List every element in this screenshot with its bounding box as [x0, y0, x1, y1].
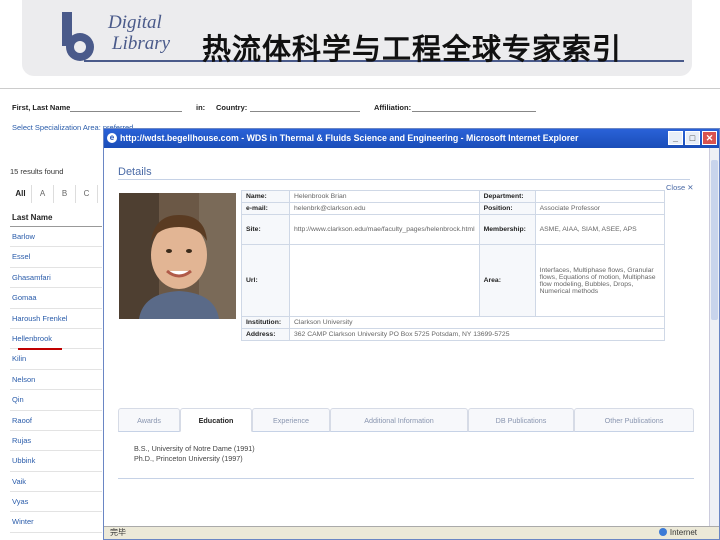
list-item[interactable]: Qin — [10, 390, 102, 411]
position-value: Associate Professor — [534, 202, 666, 215]
vertical-scrollbar[interactable] — [709, 148, 719, 526]
results-count: 15 results found — [10, 167, 64, 176]
country-select[interactable] — [250, 102, 360, 112]
maximize-button[interactable]: □ — [685, 131, 700, 145]
email-label: e-mail: — [241, 202, 290, 215]
tab-awards[interactable]: Awards — [118, 408, 180, 432]
alpha-tab-all[interactable]: All — [10, 185, 32, 203]
minimize-button[interactable]: _ — [668, 131, 683, 145]
expert-info-table: Name: Helenbrook Brian Department: e-mai… — [241, 190, 666, 341]
slide-header: Digital Library 热流体科学与工程全球专家索引 — [22, 0, 692, 76]
affiliation-input[interactable] — [412, 102, 536, 112]
membership-value: ASME, AIAA, SIAM, ASEE, APS — [534, 214, 666, 245]
alpha-tab-b[interactable]: B — [54, 185, 76, 203]
list-item[interactable]: Rujas — [10, 431, 102, 452]
education-item: B.S., University of Notre Dame (1991) — [134, 444, 255, 453]
name-label: Name: — [241, 190, 290, 203]
zone-label: Internet — [669, 528, 697, 537]
affiliation-label: Affiliation: — [374, 103, 412, 112]
in-label: in: — [196, 103, 206, 112]
details-heading: Details — [118, 166, 152, 178]
digital-library-logo-icon — [62, 12, 94, 61]
site-link[interactable]: http://www.clarkson.edu/mae/faculty_page… — [289, 214, 480, 245]
ie-logo-icon: e — [107, 133, 117, 143]
ie-title-bar[interactable]: e http://wdst.begellhouse.com - WDS in T… — [104, 129, 719, 148]
alphabet-tabs: All A B C — [10, 185, 98, 203]
tab-education[interactable]: Education — [180, 408, 252, 432]
address-value: 362 CAMP Clarkson University PO Box 5725… — [289, 328, 665, 341]
last-name-header[interactable]: Last Name — [10, 209, 102, 227]
url-label: Url: — [241, 244, 290, 317]
area-value: Interfaces, Multiphase flows, Granular f… — [534, 244, 666, 317]
membership-label: Membership: — [478, 214, 536, 245]
address-label: Address: — [241, 328, 290, 341]
list-item[interactable]: Ghasamfari — [10, 268, 102, 289]
logo-line-1: Digital — [108, 12, 162, 33]
close-window-button[interactable]: ✕ — [702, 131, 717, 145]
alpha-tab-a[interactable]: A — [32, 185, 54, 203]
tab-experience[interactable]: Experience — [252, 408, 330, 432]
name-value: Helenbrook Brian — [289, 190, 480, 203]
list-item[interactable]: Vyas — [10, 492, 102, 513]
education-item: Ph.D., Princeton University (1997) — [134, 454, 243, 463]
name-input[interactable] — [70, 102, 182, 112]
window-title: http://wdst.begellhouse.com - WDS in The… — [120, 133, 579, 143]
list-item[interactable]: Haroush Frenkel — [10, 309, 102, 329]
url-value — [289, 244, 480, 317]
site-label: Site: — [241, 214, 290, 245]
list-item-selected[interactable]: Hellenbrook — [10, 329, 102, 350]
list-item[interactable]: Raoof — [10, 411, 102, 431]
country-label: Country: — [216, 103, 248, 112]
status-text: 完毕 — [110, 528, 126, 537]
globe-icon — [658, 528, 667, 536]
list-item[interactable]: Essel — [10, 247, 102, 268]
education-list: B.S., University of Notre Dame (1991) Ph… — [134, 444, 255, 464]
selection-underline — [18, 348, 62, 350]
list-item[interactable]: Ubbink — [10, 451, 102, 472]
logo-text: Digital Library — [108, 12, 170, 54]
institution-value: Clarkson University — [289, 316, 665, 329]
tab-additional-information[interactable]: Additional Information — [330, 408, 468, 432]
list-item[interactable]: Kilin — [10, 349, 102, 370]
content-divider — [118, 478, 694, 479]
details-divider — [118, 179, 690, 180]
ie-content: Details Close ✕ Name: Helenbrook Brian D… — [104, 148, 709, 526]
email-link[interactable]: helenbrk@clarkson.edu — [289, 202, 480, 215]
name-label: First, Last Name — [12, 103, 71, 112]
position-label: Position: — [478, 202, 536, 215]
area-label: Area: — [478, 244, 536, 317]
tab-other-publications[interactable]: Other Publications — [574, 408, 694, 432]
tab-db-publications[interactable]: DB Publications — [468, 408, 574, 432]
close-details-link[interactable]: Close ✕ — [666, 183, 694, 192]
list-item[interactable]: Gomaa — [10, 288, 102, 309]
window-controls: _ □ ✕ — [668, 131, 717, 145]
status-bar: 完毕 Internet — [104, 526, 719, 539]
results-list: Last Name Barlow Essel Ghasamfari Gomaa … — [10, 209, 102, 533]
department-label: Department: — [478, 190, 536, 203]
institution-label: Institution: — [241, 316, 290, 329]
logo-line-2: Library — [112, 33, 171, 54]
alpha-tab-c[interactable]: C — [76, 185, 98, 203]
scrollbar-thumb[interactable] — [711, 160, 718, 320]
expert-photo — [119, 193, 236, 319]
list-item[interactable]: Vaik — [10, 472, 102, 493]
internet-zone: Internet — [658, 527, 697, 539]
list-item[interactable]: Nelson — [10, 370, 102, 391]
details-tabs: Awards Education Experience Additional I… — [118, 408, 694, 432]
ie-window: e http://wdst.begellhouse.com - WDS in T… — [103, 128, 720, 540]
slide-title: 热流体科学与工程全球专家索引 — [202, 32, 623, 66]
list-item[interactable]: Barlow — [10, 227, 102, 248]
list-item[interactable]: Winter — [10, 512, 102, 533]
department-value — [534, 190, 666, 203]
